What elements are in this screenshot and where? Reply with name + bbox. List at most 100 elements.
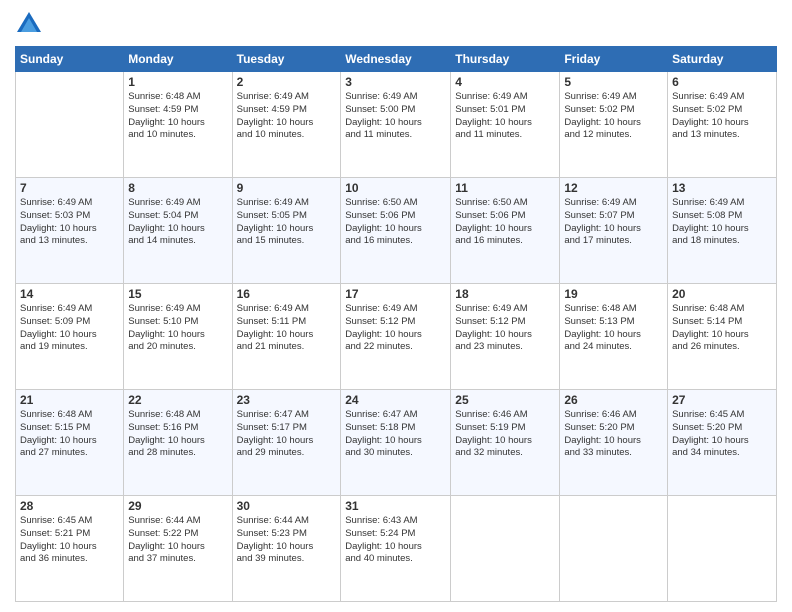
day-number: 17	[345, 287, 446, 301]
day-header-thursday: Thursday	[451, 47, 560, 72]
day-number: 26	[564, 393, 663, 407]
cell-details: Sunrise: 6:49 AMSunset: 5:08 PMDaylight:…	[672, 197, 772, 248]
cell-details: Sunrise: 6:50 AMSunset: 5:06 PMDaylight:…	[455, 197, 555, 248]
calendar-cell: 5 Sunrise: 6:49 AMSunset: 5:02 PMDaylight…	[560, 72, 668, 178]
cell-details: Sunrise: 6:49 AMSunset: 5:09 PMDaylight:…	[20, 303, 119, 354]
calendar-cell: 19 Sunrise: 6:48 AMSunset: 5:13 PMDayligh…	[560, 284, 668, 390]
calendar-cell: 17 Sunrise: 6:49 AMSunset: 5:12 PMDayligh…	[341, 284, 451, 390]
calendar-header-row: SundayMondayTuesdayWednesdayThursdayFrid…	[16, 47, 777, 72]
cell-details: Sunrise: 6:46 AMSunset: 5:19 PMDaylight:…	[455, 409, 555, 460]
calendar-cell: 30Sunrise: 6:44 AMSunset: 5:23 PMDayligh…	[232, 496, 341, 602]
cell-details: Sunrise: 6:46 AMSunset: 5:20 PMDaylight:…	[564, 409, 663, 460]
calendar-cell: 26 Sunrise: 6:46 AMSunset: 5:20 PMDayligh…	[560, 390, 668, 496]
cell-details: Sunrise: 6:49 AMSunset: 5:01 PMDaylight:…	[455, 91, 555, 142]
day-number: 20	[672, 287, 772, 301]
day-number: 23	[237, 393, 337, 407]
day-number: 2	[237, 75, 337, 89]
calendar-week-row: 7 Sunrise: 6:49 AMSunset: 5:03 PMDaylight…	[16, 178, 777, 284]
calendar-cell: 27Sunrise: 6:45 AMSunset: 5:20 PMDayligh…	[668, 390, 777, 496]
calendar-cell: 9 Sunrise: 6:49 AMSunset: 5:05 PMDaylight…	[232, 178, 341, 284]
cell-details: Sunrise: 6:45 AMSunset: 5:21 PMDaylight:…	[20, 515, 119, 566]
cell-details: Sunrise: 6:48 AMSunset: 5:13 PMDaylight:…	[564, 303, 663, 354]
cell-details: Sunrise: 6:48 AMSunset: 5:16 PMDaylight:…	[128, 409, 227, 460]
day-header-friday: Friday	[560, 47, 668, 72]
day-header-sunday: Sunday	[16, 47, 124, 72]
day-number: 22	[128, 393, 227, 407]
day-number: 27	[672, 393, 772, 407]
cell-details: Sunrise: 6:49 AMSunset: 5:03 PMDaylight:…	[20, 197, 119, 248]
day-header-monday: Monday	[124, 47, 232, 72]
day-number: 16	[237, 287, 337, 301]
cell-details: Sunrise: 6:48 AMSunset: 4:59 PMDaylight:…	[128, 91, 227, 142]
logo	[15, 10, 47, 38]
cell-details: Sunrise: 6:49 AMSunset: 5:10 PMDaylight:…	[128, 303, 227, 354]
calendar-cell: 22 Sunrise: 6:48 AMSunset: 5:16 PMDayligh…	[124, 390, 232, 496]
day-number: 15	[128, 287, 227, 301]
day-number: 30	[237, 499, 337, 513]
calendar-week-row: 21 Sunrise: 6:48 AMSunset: 5:15 PMDayligh…	[16, 390, 777, 496]
day-header-saturday: Saturday	[668, 47, 777, 72]
calendar-week-row: 28Sunrise: 6:45 AMSunset: 5:21 PMDayligh…	[16, 496, 777, 602]
cell-details: Sunrise: 6:49 AMSunset: 5:12 PMDaylight:…	[455, 303, 555, 354]
cell-details: Sunrise: 6:47 AMSunset: 5:18 PMDaylight:…	[345, 409, 446, 460]
cell-details: Sunrise: 6:49 AMSunset: 5:02 PMDaylight:…	[672, 91, 772, 142]
day-header-tuesday: Tuesday	[232, 47, 341, 72]
day-number: 24	[345, 393, 446, 407]
calendar-cell: 20 Sunrise: 6:48 AMSunset: 5:14 PMDayligh…	[668, 284, 777, 390]
day-number: 25	[455, 393, 555, 407]
day-number: 5	[564, 75, 663, 89]
calendar-cell: 28Sunrise: 6:45 AMSunset: 5:21 PMDayligh…	[16, 496, 124, 602]
day-header-wednesday: Wednesday	[341, 47, 451, 72]
cell-details: Sunrise: 6:49 AMSunset: 4:59 PMDaylight:…	[237, 91, 337, 142]
calendar-cell: 8 Sunrise: 6:49 AMSunset: 5:04 PMDaylight…	[124, 178, 232, 284]
day-number: 9	[237, 181, 337, 195]
calendar-cell: 14 Sunrise: 6:49 AMSunset: 5:09 PMDayligh…	[16, 284, 124, 390]
day-number: 10	[345, 181, 446, 195]
calendar-table: SundayMondayTuesdayWednesdayThursdayFrid…	[15, 46, 777, 602]
page: SundayMondayTuesdayWednesdayThursdayFrid…	[0, 0, 792, 612]
calendar-cell: 21 Sunrise: 6:48 AMSunset: 5:15 PMDayligh…	[16, 390, 124, 496]
calendar-cell	[560, 496, 668, 602]
day-number: 14	[20, 287, 119, 301]
cell-details: Sunrise: 6:49 AMSunset: 5:02 PMDaylight:…	[564, 91, 663, 142]
calendar-cell: 15 Sunrise: 6:49 AMSunset: 5:10 PMDayligh…	[124, 284, 232, 390]
day-number: 7	[20, 181, 119, 195]
day-number: 4	[455, 75, 555, 89]
cell-details: Sunrise: 6:49 AMSunset: 5:11 PMDaylight:…	[237, 303, 337, 354]
cell-details: Sunrise: 6:43 AMSunset: 5:24 PMDaylight:…	[345, 515, 446, 566]
calendar-cell: 7 Sunrise: 6:49 AMSunset: 5:03 PMDaylight…	[16, 178, 124, 284]
cell-details: Sunrise: 6:49 AMSunset: 5:04 PMDaylight:…	[128, 197, 227, 248]
calendar-cell: 12 Sunrise: 6:49 AMSunset: 5:07 PMDayligh…	[560, 178, 668, 284]
day-number: 11	[455, 181, 555, 195]
calendar-cell: 18 Sunrise: 6:49 AMSunset: 5:12 PMDayligh…	[451, 284, 560, 390]
calendar-cell: 6Sunrise: 6:49 AMSunset: 5:02 PMDaylight…	[668, 72, 777, 178]
calendar-week-row: 1 Sunrise: 6:48 AMSunset: 4:59 PMDaylight…	[16, 72, 777, 178]
calendar-cell: 16 Sunrise: 6:49 AMSunset: 5:11 PMDayligh…	[232, 284, 341, 390]
calendar-cell	[451, 496, 560, 602]
day-number: 18	[455, 287, 555, 301]
cell-details: Sunrise: 6:47 AMSunset: 5:17 PMDaylight:…	[237, 409, 337, 460]
calendar-cell: 11 Sunrise: 6:50 AMSunset: 5:06 PMDayligh…	[451, 178, 560, 284]
cell-details: Sunrise: 6:49 AMSunset: 5:07 PMDaylight:…	[564, 197, 663, 248]
cell-details: Sunrise: 6:48 AMSunset: 5:14 PMDaylight:…	[672, 303, 772, 354]
day-number: 8	[128, 181, 227, 195]
calendar-cell: 23 Sunrise: 6:47 AMSunset: 5:17 PMDayligh…	[232, 390, 341, 496]
day-number: 21	[20, 393, 119, 407]
calendar-cell: 1 Sunrise: 6:48 AMSunset: 4:59 PMDaylight…	[124, 72, 232, 178]
calendar-week-row: 14 Sunrise: 6:49 AMSunset: 5:09 PMDayligh…	[16, 284, 777, 390]
cell-details: Sunrise: 6:49 AMSunset: 5:00 PMDaylight:…	[345, 91, 446, 142]
calendar-cell: 31Sunrise: 6:43 AMSunset: 5:24 PMDayligh…	[341, 496, 451, 602]
day-number: 29	[128, 499, 227, 513]
calendar-cell	[668, 496, 777, 602]
day-number: 1	[128, 75, 227, 89]
day-number: 3	[345, 75, 446, 89]
day-number: 13	[672, 181, 772, 195]
cell-details: Sunrise: 6:49 AMSunset: 5:05 PMDaylight:…	[237, 197, 337, 248]
day-number: 12	[564, 181, 663, 195]
header	[15, 10, 777, 38]
cell-details: Sunrise: 6:48 AMSunset: 5:15 PMDaylight:…	[20, 409, 119, 460]
calendar-cell: 2 Sunrise: 6:49 AMSunset: 4:59 PMDaylight…	[232, 72, 341, 178]
day-number: 19	[564, 287, 663, 301]
calendar-cell	[16, 72, 124, 178]
cell-details: Sunrise: 6:49 AMSunset: 5:12 PMDaylight:…	[345, 303, 446, 354]
